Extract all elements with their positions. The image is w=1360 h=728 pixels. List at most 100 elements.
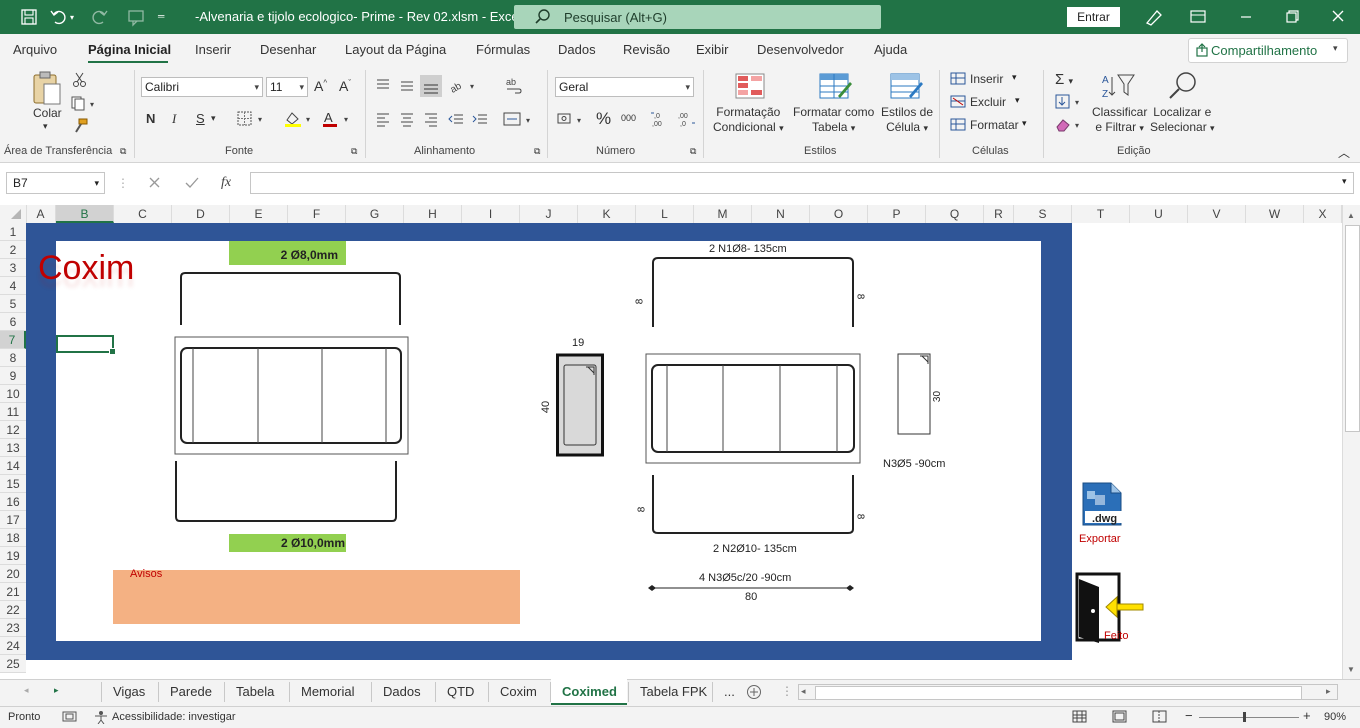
sort-filter-icon[interactable]: AZ — [1100, 71, 1136, 101]
column-header-l[interactable]: L — [636, 205, 694, 223]
row-header-17[interactable]: 17 — [0, 511, 26, 529]
row-header-14[interactable]: 14 — [0, 457, 26, 475]
more-sheets-button[interactable]: ... — [724, 684, 735, 699]
merge-center-icon[interactable]: ▾ — [503, 111, 535, 127]
font-size-select[interactable]: 11 ▾ — [266, 77, 308, 97]
close-icon[interactable] — [1326, 6, 1350, 28]
align-center-icon[interactable] — [399, 111, 415, 127]
row-header-3[interactable]: 3 — [0, 259, 26, 277]
row-header-16[interactable]: 16 — [0, 493, 26, 511]
undo-dropdown-icon[interactable]: ▾ — [70, 6, 80, 28]
zoom-out-button[interactable]: − — [1185, 708, 1193, 723]
row-header-9[interactable]: 9 — [0, 367, 26, 385]
row-header-1[interactable]: 1 — [0, 223, 26, 241]
zoom-slider-thumb[interactable] — [1243, 712, 1246, 722]
align-left-icon[interactable] — [375, 111, 391, 127]
align-right-icon[interactable] — [423, 111, 439, 127]
column-header-b[interactable]: B — [56, 205, 114, 223]
scroll-up-icon[interactable]: ▲ — [1347, 211, 1355, 220]
sheet-tab-dados[interactable]: Dados — [383, 684, 421, 699]
row-header-18[interactable]: 18 — [0, 529, 26, 547]
row-header-24[interactable]: 24 — [0, 637, 26, 655]
italic-button[interactable]: I — [172, 111, 176, 127]
sheet-tab-tabela[interactable]: Tabela — [236, 684, 274, 699]
column-header-n[interactable]: N — [752, 205, 810, 223]
font-launcher-icon[interactable]: ⧉ — [351, 146, 357, 157]
customize-quick-access-icon[interactable]: ═ — [158, 6, 180, 28]
add-sheet-icon[interactable] — [746, 684, 762, 700]
tab-layout[interactable]: Layout da Página — [345, 42, 446, 57]
percent-icon[interactable]: % — [596, 109, 611, 129]
column-header-v[interactable]: V — [1188, 205, 1246, 223]
page-layout-view-icon[interactable] — [1112, 710, 1128, 724]
sort-filter-button[interactable]: Classificar e Filtrar ▾ — [1092, 105, 1147, 136]
fill-color-icon[interactable]: ▾ — [283, 110, 315, 128]
decrease-decimal-icon[interactable]: ,00,0 — [677, 110, 697, 128]
paste-icon[interactable] — [30, 70, 64, 106]
bold-button[interactable]: N — [146, 111, 155, 126]
column-header-i[interactable]: I — [462, 205, 520, 223]
formula-input[interactable] — [250, 172, 1354, 194]
cell-styles-icon[interactable] — [889, 72, 923, 102]
align-middle-icon[interactable] — [399, 77, 415, 93]
save-icon[interactable] — [18, 6, 40, 28]
scroll-right-icon[interactable]: ▸ — [1326, 686, 1331, 697]
ribbon-display-icon[interactable] — [1186, 6, 1210, 28]
tab-scroll-right-icon[interactable]: ▸ — [54, 685, 59, 696]
format-as-table-button[interactable]: Formatar como Tabela ▾ — [793, 105, 874, 136]
redo-icon[interactable] — [88, 6, 110, 28]
find-select-icon[interactable] — [1166, 70, 1198, 102]
zoom-in-button[interactable]: + — [1303, 708, 1311, 723]
minimize-icon[interactable] — [1234, 6, 1258, 28]
font-color-icon[interactable]: A ▾ — [321, 110, 353, 128]
scroll-left-icon[interactable]: ◂ — [801, 686, 806, 697]
row-header-23[interactable]: 23 — [0, 619, 26, 637]
share-button[interactable]: Compartilhamento ▾ — [1188, 38, 1348, 63]
tab-desenhar[interactable]: Desenhar — [260, 42, 316, 57]
insert-function-button[interactable]: fx — [221, 175, 231, 191]
done-button[interactable]: Feito — [1073, 571, 1153, 649]
number-format-select[interactable]: Geral ▾ — [555, 77, 694, 97]
column-header-q[interactable]: Q — [926, 205, 984, 223]
sign-in-button[interactable]: Entrar — [1067, 7, 1120, 27]
orientation-icon[interactable]: ab ▾ — [449, 77, 479, 93]
tab-desenvolvedor[interactable]: Desenvolvedor — [757, 42, 844, 57]
row-header-22[interactable]: 22 — [0, 601, 26, 619]
accessibility-icon[interactable] — [94, 710, 110, 724]
alignment-launcher-icon[interactable]: ⧉ — [534, 146, 540, 157]
underline-dropdown-icon[interactable]: ▾ — [211, 113, 216, 124]
copy-icon[interactable]: ▾ — [70, 95, 98, 111]
format-painter-icon[interactable] — [72, 118, 88, 134]
column-header-x[interactable]: X — [1304, 205, 1342, 223]
column-header-e[interactable]: E — [230, 205, 288, 223]
row-header-20[interactable]: 20 — [0, 565, 26, 583]
column-header-a[interactable]: A — [26, 205, 56, 223]
select-all-button[interactable] — [0, 205, 27, 223]
tab-revisao[interactable]: Revisão — [623, 42, 670, 57]
align-bottom-icon[interactable] — [420, 75, 442, 97]
collapse-ribbon-icon[interactable]: ︿ — [1338, 144, 1350, 161]
column-header-j[interactable]: J — [520, 205, 578, 223]
column-header-s[interactable]: S — [1014, 205, 1072, 223]
align-top-icon[interactable] — [375, 77, 391, 93]
tab-scroll-left-icon[interactable]: ◂ — [24, 685, 29, 696]
tab-pagina-inicial[interactable]: Página Inicial — [88, 42, 171, 57]
row-header-25[interactable]: 25 — [0, 655, 26, 673]
borders-icon[interactable]: ▾ — [237, 111, 267, 127]
thousands-separator-icon[interactable]: 000 — [621, 113, 636, 123]
accounting-format-icon[interactable]: ▾ — [556, 111, 588, 127]
wrap-text-icon[interactable]: ab — [505, 77, 523, 95]
column-header-c[interactable]: C — [114, 205, 172, 223]
clear-icon[interactable]: ▾ — [1055, 117, 1087, 133]
undo-icon[interactable] — [48, 6, 70, 28]
selected-cell-b7[interactable] — [56, 335, 116, 355]
cancel-entry-icon[interactable] — [146, 174, 164, 192]
column-header-o[interactable]: O — [810, 205, 868, 223]
search-input[interactable]: Pesquisar (Alt+G) — [514, 5, 881, 29]
decrease-font-icon[interactable]: Aˇ — [339, 78, 351, 94]
row-header-6[interactable]: 6 — [0, 313, 26, 331]
tab-exibir[interactable]: Exibir — [696, 42, 729, 57]
column-header-d[interactable]: D — [172, 205, 230, 223]
sheet-tab-coxim[interactable]: Coxim — [500, 684, 537, 699]
name-box[interactable]: B7 ▾ — [6, 172, 105, 194]
